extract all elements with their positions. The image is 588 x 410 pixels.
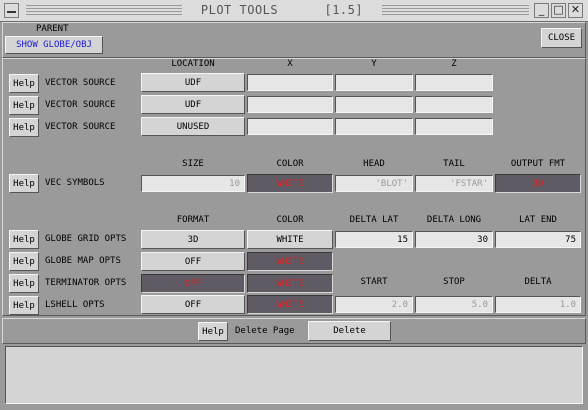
message-area <box>5 346 583 404</box>
vector-source-3-x-field[interactable] <box>247 118 333 135</box>
vector-source-1-location[interactable]: UDF <box>141 73 245 92</box>
size-header: SIZE <box>182 159 204 169</box>
lshell-stop-field[interactable]: 5.0 <box>415 296 493 313</box>
location-header: LOCATION <box>171 59 215 69</box>
maximize-button[interactable]: □ <box>551 3 566 18</box>
vector-source-label: VECTOR SOURCE <box>45 122 116 132</box>
close-icon: ✕ <box>570 3 581 16</box>
help-button-lshell[interactable]: Help <box>9 296 39 315</box>
tail-header: TAIL <box>443 159 465 169</box>
window-menu-button[interactable] <box>4 3 19 18</box>
delta-long-header: DELTA LONG <box>426 215 482 225</box>
show-globe-button[interactable]: SHOW GLOBE/OBJ <box>5 36 103 54</box>
terminator-format-button[interactable]: OFF <box>141 274 245 293</box>
vec-color-button[interactable]: WHITE <box>247 174 333 193</box>
delta-lat-field[interactable]: 15 <box>335 231 413 248</box>
globe-grid-color-button[interactable]: WHITE <box>247 230 333 249</box>
format-header: FORMAT <box>176 215 210 225</box>
lshell-delta-field[interactable]: 1.0 <box>495 296 581 313</box>
delete-page-label: Delete Page <box>235 326 295 336</box>
globe-map-format-button[interactable]: OFF <box>141 252 245 271</box>
maximize-icon: □ <box>553 3 564 16</box>
start-header: START <box>360 277 388 287</box>
help-button-globe-map[interactable]: Help <box>9 252 39 271</box>
vec-size-field[interactable]: 10 <box>141 175 245 192</box>
lshell-format-button[interactable]: OFF <box>141 295 245 314</box>
vector-source-2-y-field[interactable] <box>335 96 413 113</box>
globe-map-label: GLOBE MAP OPTS <box>45 256 121 266</box>
delete-button[interactable]: Delete <box>308 321 391 341</box>
vec-head-field[interactable]: 'BLOT' <box>335 175 413 192</box>
globe-map-color-button[interactable]: WHITE <box>247 252 333 271</box>
vector-source-1-z-field[interactable] <box>415 74 493 91</box>
vec-symbols-label: VEC SYMBOLS <box>45 178 105 188</box>
close-button[interactable]: CLOSE <box>541 28 582 48</box>
vector-source-label: VECTOR SOURCE <box>45 78 116 88</box>
vector-source-1-x-field[interactable] <box>247 74 333 91</box>
globe-grid-label: GLOBE GRID OPTS <box>45 234 127 244</box>
help-button-globe-grid[interactable]: Help <box>9 230 39 249</box>
close-window-button[interactable]: ✕ <box>568 3 583 18</box>
delta-header: DELTA <box>524 277 552 287</box>
output-fmt-header: OUTPUT FMT <box>510 159 566 169</box>
x-header: X <box>287 59 293 69</box>
vector-source-2-x-field[interactable] <box>247 96 333 113</box>
vec-tail-field[interactable]: 'FSTAR' <box>415 175 493 192</box>
minimize-icon: _ <box>538 3 545 16</box>
help-button-delete-page[interactable]: Help <box>198 322 228 341</box>
lshell-label: LSHELL OPTS <box>45 300 105 310</box>
vector-source-3-z-field[interactable] <box>415 118 493 135</box>
lshell-color-button[interactable]: WHITE <box>247 295 333 314</box>
stop-header: STOP <box>443 277 465 287</box>
parent-label: PARENT <box>36 24 69 34</box>
minimize-button[interactable]: _ <box>534 3 549 18</box>
color-header: COLOR <box>276 159 304 169</box>
title-bar[interactable]: PLOT TOOLS [1.5] _ □ ✕ <box>0 0 588 22</box>
lat-end-header: LAT END <box>519 215 557 225</box>
delta-lat-header: DELTA LAT <box>349 215 399 225</box>
lat-end-field[interactable]: 75 <box>495 231 581 248</box>
window-menu-icon <box>7 11 16 13</box>
lshell-start-field[interactable]: 2.0 <box>335 296 413 313</box>
vector-source-2-z-field[interactable] <box>415 96 493 113</box>
vector-source-1-y-field[interactable] <box>335 74 413 91</box>
help-button-vector-source-1[interactable]: Help <box>9 74 39 93</box>
vector-source-3-location[interactable]: UNUSED <box>141 117 245 136</box>
help-button-vec-symbols[interactable]: Help <box>9 174 39 193</box>
help-button-vector-source-2[interactable]: Help <box>9 96 39 115</box>
output-fmt-button[interactable]: 3D <box>495 174 581 193</box>
vector-source-3-y-field[interactable] <box>335 118 413 135</box>
vector-source-label: VECTOR SOURCE <box>45 100 116 110</box>
vector-source-2-location[interactable]: UDF <box>141 95 245 114</box>
globe-color-header: COLOR <box>276 215 304 225</box>
window-title: PLOT TOOLS [1.5] <box>182 3 382 19</box>
head-header: HEAD <box>363 159 385 169</box>
delta-long-field[interactable]: 30 <box>415 231 493 248</box>
terminator-label: TERMINATOR OPTS <box>45 278 127 288</box>
help-button-terminator[interactable]: Help <box>9 274 39 293</box>
globe-grid-format-button[interactable]: 3D <box>141 230 245 249</box>
help-button-vector-source-3[interactable]: Help <box>9 118 39 137</box>
y-header: Y <box>371 59 377 69</box>
terminator-color-button[interactable]: WHITE <box>247 274 333 293</box>
z-header: Z <box>451 59 457 69</box>
